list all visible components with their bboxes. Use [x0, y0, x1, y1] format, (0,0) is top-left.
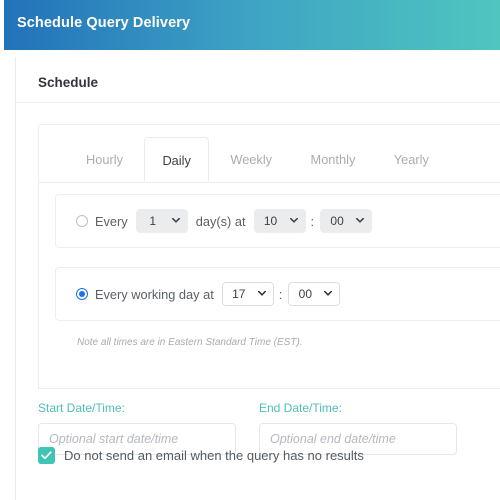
start-datetime-label: Start Date/Time:: [38, 401, 125, 415]
no-results-checkbox-label: Do not send an email when the query has …: [64, 448, 364, 463]
option-label-every: Every: [95, 213, 128, 229]
hour-select-every-working-day[interactable]: 17: [221, 282, 274, 306]
minute-value-every-working-day: 00: [298, 287, 313, 301]
tab-yearly[interactable]: Yearly: [377, 137, 446, 182]
no-results-checkbox-row: Do not send an email when the query has …: [38, 447, 364, 464]
no-results-checkbox[interactable]: [38, 447, 55, 464]
tab-daily[interactable]: Daily: [144, 137, 209, 182]
chevron-down-icon: [257, 291, 266, 296]
hour-value-every-n-days: 10: [263, 214, 278, 228]
tab-hourly[interactable]: Hourly: [69, 137, 140, 182]
radio-every-working-day[interactable]: [76, 288, 88, 300]
timezone-note: Note all times are in Eastern Standard T…: [77, 337, 303, 348]
chevron-down-icon: [171, 218, 180, 223]
radio-every-n-days[interactable]: [76, 215, 88, 227]
modal-title: Schedule Query Delivery: [17, 15, 191, 31]
option-row-every-working-day: Every working day at 17 : 00: [76, 268, 341, 320]
section-title: Schedule: [38, 75, 99, 90]
check-icon: [41, 451, 52, 460]
option-panel-every-working-day: Every working day at 17 : 00: [55, 267, 500, 321]
chevron-down-icon: [356, 218, 365, 223]
schedule-query-delivery-modal: Schedule Query Delivery Schedule Hourly …: [0, 0, 500, 500]
card-header: Schedule: [16, 57, 500, 103]
hour-select-every-n-days[interactable]: 10: [253, 209, 306, 233]
schedule-frequency-tabs-panel: Hourly Daily Weekly Monthly Yearly Every…: [38, 124, 500, 389]
option-label-days-at: day(s) at: [195, 213, 246, 229]
modal-header: Schedule Query Delivery: [4, 0, 500, 50]
chevron-down-icon: [324, 291, 333, 296]
interval-days-value: 1: [149, 214, 157, 228]
minute-value-every-n-days: 00: [330, 214, 344, 228]
end-datetime-label: End Date/Time:: [259, 401, 342, 415]
option-row-every-n-days: Every 1 day(s) at 10 : 00: [76, 195, 373, 247]
tab-monthly[interactable]: Monthly: [294, 137, 373, 182]
option-panel-every-n-days: Every 1 day(s) at 10 : 00: [55, 194, 500, 248]
tab-weekly[interactable]: Weekly: [213, 137, 289, 182]
hour-value-every-working-day: 17: [232, 287, 246, 301]
time-separator: :: [278, 286, 283, 302]
option-label-every-working-day: Every working day at: [95, 286, 214, 302]
chevron-down-icon: [289, 218, 298, 223]
minute-select-every-n-days[interactable]: 00: [320, 209, 373, 233]
minute-select-every-working-day[interactable]: 00: [288, 282, 341, 306]
tab-strip: Hourly Daily Weekly Monthly Yearly: [39, 137, 500, 183]
schedule-card: Schedule Hourly Daily Weekly Monthly Yea…: [15, 57, 500, 500]
interval-days-select[interactable]: 1: [135, 209, 188, 233]
time-separator: :: [310, 213, 315, 229]
